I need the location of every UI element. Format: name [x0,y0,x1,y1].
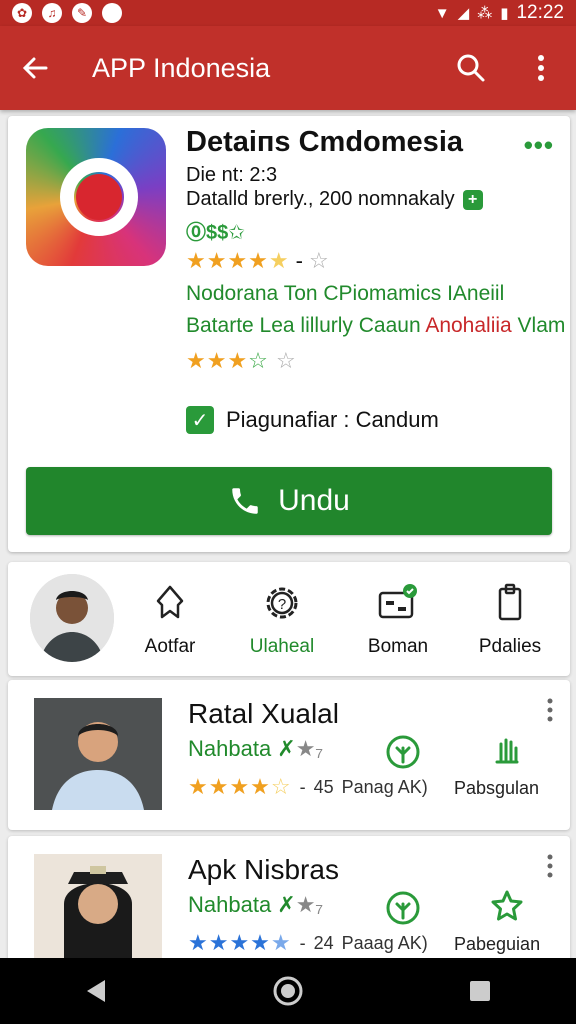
nav-back-button[interactable] [66,961,126,1021]
circle-home-icon [273,976,303,1006]
item-rating-row: ★★★★★ - 24 Paaag AK) [188,930,428,955]
search-icon [457,54,485,82]
app-bar: APP Indonesia [0,26,576,110]
status-bar: ✿ ♫ ✎ ▼ ◢ ⁂ ▮ 12:22 [0,0,576,26]
green-description-line2: Batarte Lea lillurly Caaun Anohaliia Vla… [186,314,566,337]
more-vert-icon [547,854,553,878]
triangle-back-icon [87,980,105,1002]
app-bar-title: APP Indonesia [92,52,271,83]
empty-star-icon: ☆ [308,248,330,273]
wifi-icon: ▼ [434,4,450,22]
star-rating-icon: ★★★★★ [186,248,290,273]
item-title: Ratal Xualal [188,698,339,729]
action-boman[interactable]: Boman [338,580,458,658]
list-item[interactable]: Ratal Xualal Nahbata ✗★₇ ★★★★☆ - 45 Pana… [8,680,570,830]
nav-recents-button[interactable] [450,961,510,1021]
item-photo [34,698,162,810]
search-button[interactable] [436,26,506,110]
checkbox-label: Piagunafiar : Candum [226,407,439,432]
rating-stars-top: ★★★★★ - ☆ [186,248,330,273]
item-photo [34,854,162,966]
media-badge-icon [378,584,417,619]
nav-home-button[interactable] [258,961,318,1021]
phone-icon [232,488,258,514]
red-highlight-text: Anohaliia [425,314,512,337]
list-item[interactable]: Apk Nisbras Nahbata ✗★₇ ★★★★★ - 24 Paaag… [8,836,570,966]
app-meta-text: Datalld brerly., 200 nomnakaly [186,188,455,210]
gear-question-icon: ? [266,587,298,619]
category-icon-2 [482,888,532,924]
more-vert-icon [547,698,553,722]
app-code-tag: ⓪$$✩ [186,222,246,244]
star-outline-icon [491,890,523,921]
data-icon: ⁂ [477,5,493,22]
more-vert-icon [538,55,544,81]
green-description-line1: Nodorana Ton CPiomamics IAneiil [186,282,505,305]
app-meta-line: Datalld brerly., 200 nomnakaly + [186,188,483,211]
category-icon [378,890,428,926]
signal-icon: ◢ [457,5,470,22]
category-icon [378,734,428,770]
category-icon-2 [482,732,532,768]
category-label: Pabeguian [454,934,541,954]
overflow-menu-button[interactable] [506,26,576,110]
app-info-line: Die nt: 2:3 [186,164,278,186]
item-more-button[interactable] [546,854,554,883]
install-button-label: Undu [278,484,350,517]
notification-circle-icon [102,3,122,23]
action-aotfar[interactable]: Aotfar [110,580,230,658]
item-rating-row: ★★★★☆ - 45 Panag AK) [188,774,428,799]
svg-text:?: ? [278,596,286,613]
star-rating-icon: ★★★☆ ☆ [186,348,297,373]
hand-icon [495,738,519,764]
square-recents-icon [470,981,490,1001]
action-pdalies[interactable]: Pdalies [450,580,570,658]
star-rating-icon: ★★★★★ [188,930,292,955]
battery-icon: ▮ [500,5,509,22]
item-subtitle: Nahbata ✗★₇ [188,736,324,761]
back-button[interactable] [0,26,70,110]
app-detail-card: ••• Detaiпs Cmdomesia Die nt: 2:3 Datall… [8,116,570,552]
notification-edit-icon: ✎ [72,3,92,23]
checkbox-checked-icon[interactable]: ✓ [186,406,214,434]
plus-badge-icon: + [462,189,483,210]
bookmark-outline-icon [156,585,184,619]
system-nav-bar [0,958,576,1024]
clipboard-icon [498,583,522,621]
rating-stars-second: ★★★☆ ☆ [186,348,297,374]
notification-music-icon: ♫ [42,3,62,23]
card-more-icon[interactable]: ••• [524,130,554,161]
option-checkbox-row[interactable]: ✓ Piagunafiar : Candum [186,406,439,434]
leaf-circle-icon [386,735,420,769]
leaf-circle-icon [386,891,420,925]
item-more-button[interactable] [546,698,554,727]
install-button[interactable]: Undu [26,467,552,535]
action-ulaheal[interactable]: ? Ulaheal [222,580,342,658]
developer-avatar[interactable] [30,574,114,662]
notification-app-icon: ✿ [12,3,32,23]
app-logo-icon [26,128,166,266]
back-arrow-icon [22,57,48,79]
category-label: Pabsgulan [454,778,540,798]
star-rating-icon: ★★★★☆ [188,774,292,799]
item-title: Apk Nisbras [188,854,339,885]
action-row-card: Aotfar ? Ulaheal Boman Pdalies [8,562,570,676]
clock: 12:22 [516,2,564,23]
item-subtitle: Nahbata ✗★₇ [188,892,324,917]
app-title: Detaiпs Cmdomesia [186,126,464,158]
